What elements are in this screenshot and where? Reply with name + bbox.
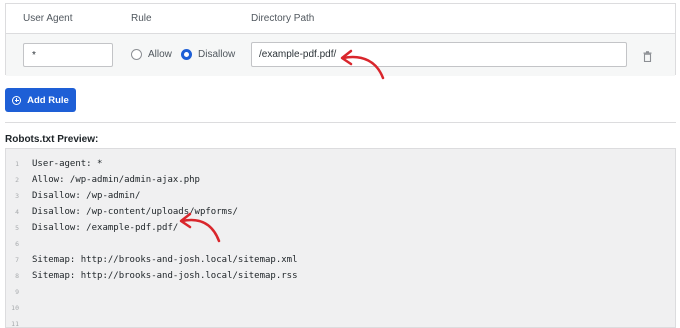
code-text: Sitemap: http://brooks-and-josh.local/si… [32, 271, 298, 281]
disallow-radio[interactable]: Disallow [181, 49, 235, 60]
code-line: 11 [6, 316, 675, 328]
user-agent-column-header: User Agent [23, 13, 73, 24]
preview-title: Robots.txt Preview: [5, 134, 99, 145]
trash-icon[interactable] [643, 49, 652, 67]
line-number: 5 [15, 224, 19, 232]
code-line: 9 [6, 284, 675, 300]
line-number: 11 [11, 320, 19, 328]
disallow-radio-label: Disallow [198, 49, 236, 60]
code-line: 5 Disallow: /example-pdf.pdf/ [6, 220, 675, 236]
line-number: 9 [15, 288, 19, 296]
add-rule-button[interactable]: Add Rule [5, 88, 76, 112]
code-text: Sitemap: http://brooks-and-josh.local/si… [32, 255, 298, 265]
code-line: 3 Disallow: /wp-admin/ [6, 188, 675, 204]
line-number: 2 [15, 176, 19, 184]
line-number: 7 [15, 256, 19, 264]
section-divider [5, 122, 676, 123]
plus-circle-icon [12, 95, 22, 105]
code-line: 2 Allow: /wp-admin/admin-ajax.php [6, 172, 675, 188]
code-line: 1 User-agent: * [6, 156, 675, 172]
allow-radio[interactable]: Allow [131, 49, 172, 60]
line-number: 10 [11, 304, 19, 312]
robots-preview: 1 User-agent: * 2 Allow: /wp-admin/admin-aj… [5, 148, 676, 328]
code-line: 7 Sitemap: http://brooks-and-josh.local/s… [6, 252, 675, 268]
allow-radio-label: Allow [148, 49, 172, 60]
add-rule-label: Add Rule [27, 94, 69, 106]
code-line: 6 [6, 236, 675, 252]
code-text: User-agent: * [32, 159, 103, 169]
directory-path-input[interactable] [251, 42, 627, 67]
line-number: 8 [15, 272, 19, 280]
code-line: 8 Sitemap: http://brooks-and-josh.local/s… [6, 268, 675, 284]
line-number: 1 [15, 160, 19, 168]
allow-radio-circle[interactable] [131, 49, 142, 60]
line-number: 6 [15, 240, 19, 248]
code-line: 10 [6, 300, 675, 316]
code-text: Disallow: /example-pdf.pdf/ [32, 223, 179, 233]
disallow-radio-circle[interactable] [181, 49, 192, 60]
annotation-arrow-icon [179, 212, 221, 243]
line-number: 3 [15, 192, 19, 200]
rules-table-header: User Agent Rule Directory Path [6, 4, 675, 34]
directory-path-column-header: Directory Path [251, 13, 315, 24]
annotation-arrow-icon [340, 49, 385, 80]
code-line: 4 Disallow: /wp-content/uploads/wpforms/ [6, 204, 675, 220]
user-agent-input[interactable] [23, 43, 113, 67]
line-number: 4 [15, 208, 19, 216]
code-text: Allow: /wp-admin/admin-ajax.php [32, 175, 200, 185]
rule-column-header: Rule [131, 13, 152, 24]
code-text: Disallow: /wp-admin/ [32, 191, 141, 201]
